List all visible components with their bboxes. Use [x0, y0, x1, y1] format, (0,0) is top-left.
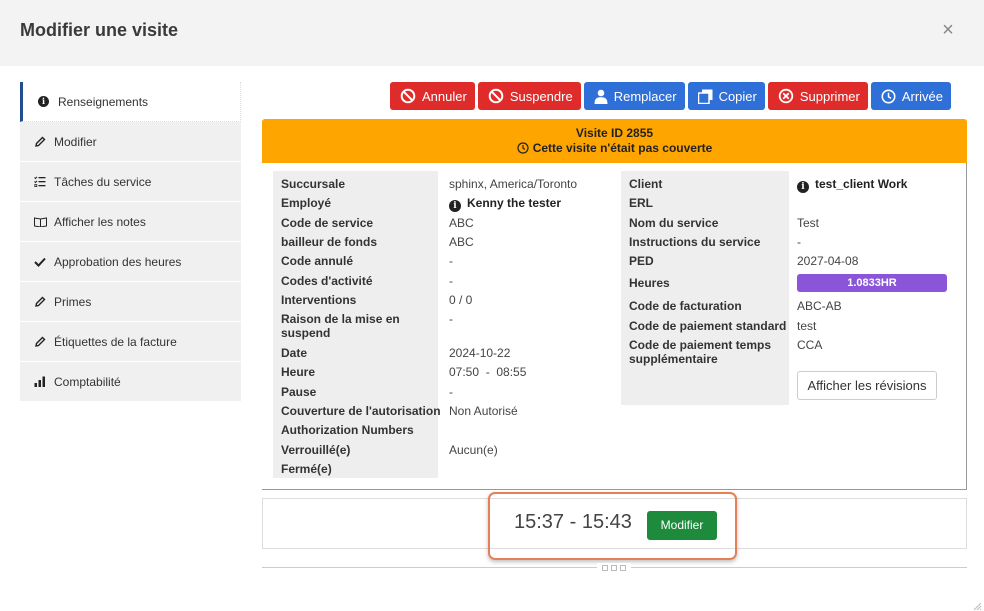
pencil-icon — [34, 336, 52, 348]
sidebar-item-label: Renseignements — [58, 94, 149, 109]
sidebar-item-taches[interactable]: Tâches du service — [20, 162, 241, 202]
copier-button[interactable]: Copier — [687, 82, 765, 110]
sidebar-item-label: Étiquettes de la facture — [54, 334, 177, 349]
supprimer-button[interactable]: Supprimer — [767, 82, 868, 110]
pencil-icon — [34, 136, 52, 148]
employee-link[interactable]: i Kenny the tester — [449, 196, 561, 212]
coverage-status: Cette visite n'était pas couverte — [532, 141, 713, 155]
annuler-button[interactable]: Annuler — [390, 82, 475, 110]
sidebar-item-etiquettes[interactable]: Étiquettes de la facture — [20, 322, 241, 362]
sidebar-item-primes[interactable]: Primes — [20, 282, 241, 322]
checkmark-icon — [34, 257, 52, 267]
close-icon[interactable]: × — [936, 18, 960, 42]
sidebar-item-label: Tâches du service — [54, 174, 152, 189]
clock-icon — [517, 142, 529, 154]
sidebar-item-label: Afficher les notes — [54, 214, 146, 229]
sidebar-nav: i Renseignements Modifier Tâches du serv… — [20, 82, 241, 402]
client-link[interactable]: i test_client Work — [797, 177, 907, 193]
modal-header: Modifier une visite × — [0, 0, 984, 66]
x-circle-icon — [778, 88, 794, 104]
sidebar-item-comptabilite[interactable]: Comptabilité — [20, 362, 241, 402]
remplacer-button[interactable]: Remplacer — [583, 82, 685, 110]
copy-icon — [697, 89, 713, 104]
action-toolbar: Annuler Suspendre Remplacer Copier Suppr… — [390, 82, 952, 110]
hours-badge: 1.0833HR — [797, 274, 947, 292]
info-icon: i — [797, 181, 809, 193]
checklist-icon — [34, 176, 52, 187]
arrivee-button[interactable]: Arrivée — [870, 82, 952, 110]
sidebar-item-notes[interactable]: Afficher les notes — [20, 202, 241, 242]
book-icon — [34, 216, 52, 227]
sidebar-item-modifier[interactable]: Modifier — [20, 122, 241, 162]
user-icon — [594, 89, 608, 104]
sidebar-item-approbation[interactable]: Approbation des heures — [20, 242, 241, 282]
ban-icon — [400, 88, 416, 104]
sidebar-item-label: Approbation des heures — [54, 254, 182, 269]
suspendre-button[interactable]: Suspendre — [477, 82, 581, 110]
sidebar-item-label: Modifier — [54, 134, 97, 149]
resize-handle[interactable] — [597, 563, 631, 573]
pencil-icon — [34, 296, 52, 308]
sidebar-item-label: Comptabilité — [54, 374, 121, 389]
ban-icon — [488, 88, 504, 104]
modal-title: Modifier une visite — [20, 20, 179, 40]
visit-status-banner: Visite ID 2855 Cette visite n'était pas … — [262, 119, 967, 163]
info-icon: i — [449, 200, 461, 212]
resize-grip-icon[interactable] — [972, 601, 982, 611]
info-icon: i — [38, 96, 56, 107]
clock-icon — [881, 89, 896, 103]
highlight-annotation — [488, 492, 737, 560]
bar-chart-icon — [34, 376, 52, 387]
show-revisions-button[interactable]: Afficher les révisions — [797, 371, 937, 400]
sidebar-item-renseignements[interactable]: i Renseignements — [20, 82, 241, 122]
sidebar-item-label: Primes — [54, 294, 92, 309]
visit-id: Visite ID 2855 — [575, 126, 654, 140]
visit-details: Succursale sphinx, America/Toronto Emplo… — [262, 163, 967, 490]
